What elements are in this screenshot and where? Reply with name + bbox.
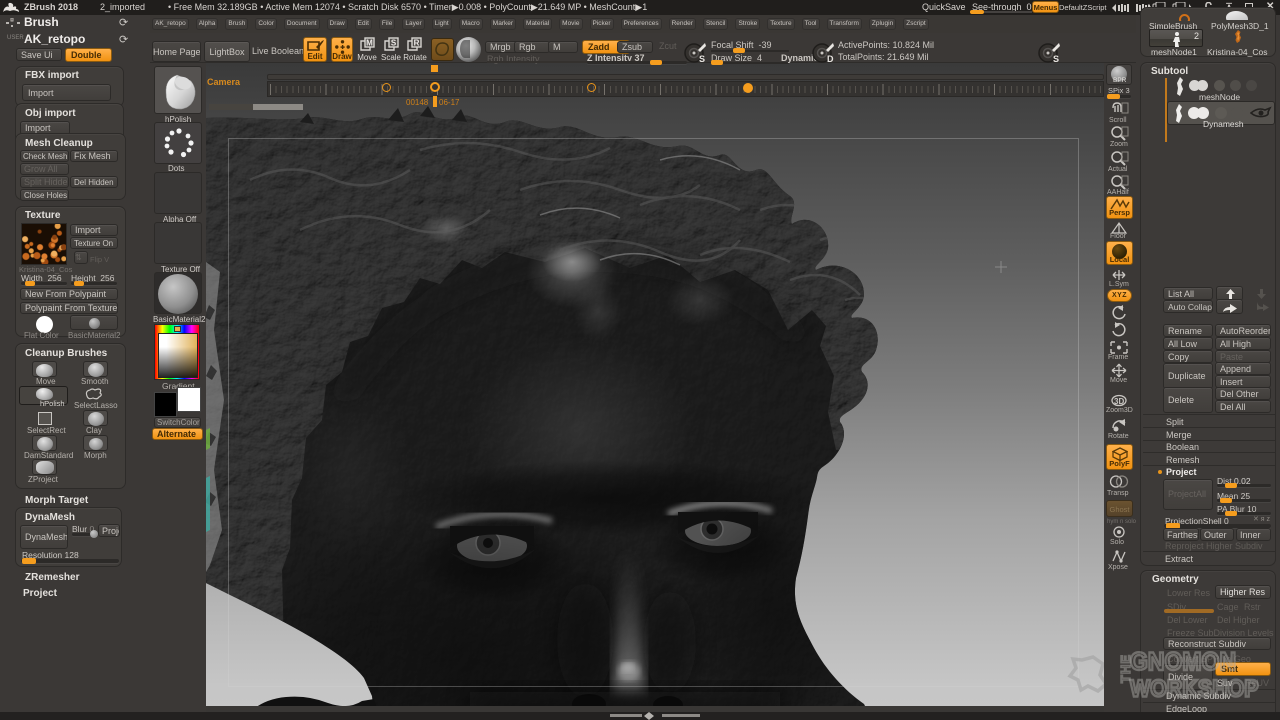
svg-text:S: S	[699, 54, 705, 64]
svg-text:3D: 3D	[1114, 397, 1124, 406]
svg-text:S: S	[1053, 54, 1059, 64]
svg-text:D: D	[827, 54, 834, 64]
svg-text:S: S	[391, 39, 397, 48]
svg-text:M: M	[366, 39, 373, 48]
svg-text:R: R	[414, 39, 420, 48]
